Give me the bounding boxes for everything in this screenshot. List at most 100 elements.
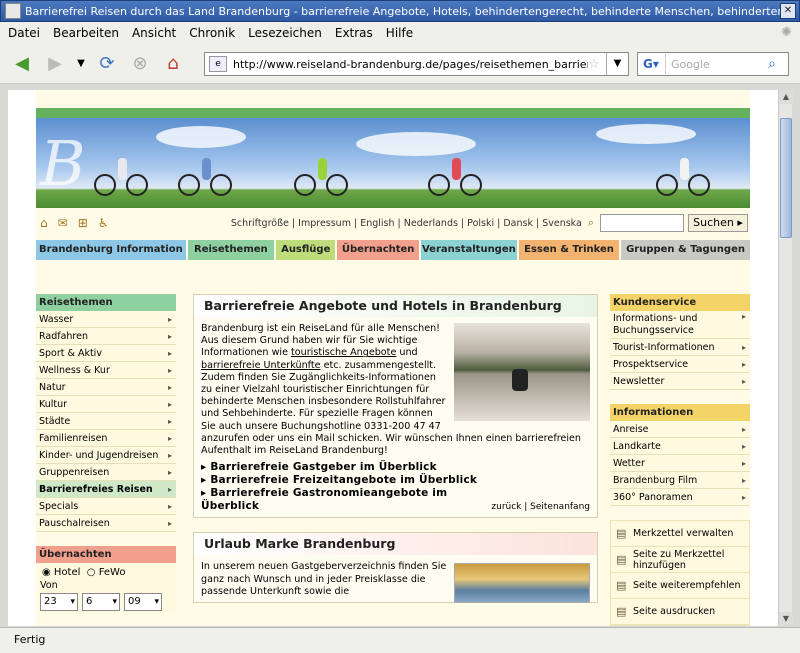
bullet-gastgeber[interactable]: ▸ Barrierefreie Gastgeber im Überblick	[201, 461, 590, 474]
tab-brandenburg-information[interactable]: Brandenburg Information	[36, 240, 186, 260]
year-select[interactable]: 09	[124, 593, 162, 611]
kundenservice-list: Informations- und BuchungsserviceTourist…	[610, 311, 750, 390]
menu-item-prospektservice[interactable]: Prospektservice	[610, 356, 750, 373]
kundenservice-head: Kundenservice	[610, 294, 750, 311]
home-button[interactable]: ⌂	[159, 50, 187, 78]
menu-item-sport-aktiv[interactable]: Sport & Aktiv	[36, 345, 176, 362]
tab-veranstaltungen[interactable]: Veranstaltungen	[420, 240, 517, 260]
header-strip	[36, 108, 750, 118]
reload-button[interactable]: ⟳	[93, 50, 121, 78]
window-titlebar: Barrierefrei Reisen durch das Land Brand…	[0, 0, 800, 22]
menu-item-natur[interactable]: Natur	[36, 379, 176, 396]
back-top-links[interactable]: zurück | Seitenanfang	[201, 501, 590, 513]
menu-item-radfahren[interactable]: Radfahren	[36, 328, 176, 345]
tab-übernachten[interactable]: Übernachten	[337, 240, 419, 260]
menu-item-360-panoramen[interactable]: 360° Panoramen	[610, 489, 750, 506]
urlaub-text: In unserem neuen Gastgeberverzeichnis fi…	[201, 561, 447, 597]
window-title: Barrierefrei Reisen durch das Land Brand…	[25, 4, 780, 18]
left-column: Reisethemen WasserRadfahrenSport & Aktiv…	[36, 294, 176, 613]
tab-ausflüge[interactable]: Ausflüge	[275, 240, 336, 260]
fewo-radio[interactable]: ○	[87, 567, 96, 578]
reisethemen-list: WasserRadfahrenSport & AktivWellness & K…	[36, 311, 176, 532]
menu-bearbeiten[interactable]: Bearbeiten	[53, 26, 119, 40]
menu-item-gruppenreisen[interactable]: Gruppenreisen	[36, 464, 176, 481]
search-icon[interactable]: ⌕	[768, 56, 788, 72]
tab-reisethemen[interactable]: Reisethemen	[187, 240, 274, 260]
sitemap-icon[interactable]: ⊞	[78, 216, 88, 230]
back-button[interactable]: ◀	[8, 50, 36, 78]
page: B ⌂ ✉ ⊞ ♿ Schriftgröße | Impressum | Eng…	[36, 90, 750, 626]
menu-item-kultur[interactable]: Kultur	[36, 396, 176, 413]
site-identity-icon[interactable]: e	[209, 56, 227, 72]
web-search-bar[interactable]: G▾ Google ⌕	[637, 52, 789, 76]
tool-merkzettel-verwalten[interactable]: Merkzettel verwalten	[611, 521, 749, 547]
menu-item-kinder-und-jugendreisen[interactable]: Kinder- und Jugendreisen	[36, 447, 176, 464]
hotel-label: Hotel	[53, 567, 81, 578]
scrollbar-thumb[interactable]	[780, 118, 792, 238]
menu-item-barrierefreies-reisen[interactable]: Barrierefreies Reisen	[36, 481, 176, 498]
suchen-button[interactable]: Suchen ▸	[688, 214, 748, 232]
accommodation-type: ◉ Hotel ○ FeWo	[36, 563, 176, 578]
month-select[interactable]: 6	[82, 593, 120, 611]
main-card-title: Barrierefreie Angebote und Hotels in Bra…	[194, 295, 597, 317]
hotel-radio[interactable]: ◉	[42, 567, 51, 578]
search-engine-icon[interactable]: G▾	[640, 54, 666, 74]
mail-icon[interactable]: ✉	[58, 216, 68, 230]
stop-button[interactable]: ⊗	[126, 50, 154, 78]
menu-item-wellness-kur[interactable]: Wellness & Kur	[36, 362, 176, 379]
day-select[interactable]: 23	[40, 593, 78, 611]
menu-item-wetter[interactable]: Wetter	[610, 455, 750, 472]
menu-hilfe[interactable]: Hilfe	[386, 26, 413, 40]
scroll-down-icon[interactable]: ▼	[779, 612, 793, 626]
menu-item-brandenburg-film[interactable]: Brandenburg Film	[610, 472, 750, 489]
forward-button[interactable]: ▶	[41, 50, 69, 78]
touristische-angebote-link[interactable]: touristische Angebote	[291, 347, 396, 358]
tool-seite-weiterempfehlen[interactable]: Seite weiterempfehlen	[611, 573, 749, 599]
navigation-toolbar: ◀ ▶ ▼ ⟳ ⊗ ⌂ e http://www.reiseland-brand…	[0, 44, 800, 84]
menu-item-wasser[interactable]: Wasser	[36, 311, 176, 328]
menu-extras[interactable]: Extras	[335, 26, 373, 40]
home-icon[interactable]: ⌂	[40, 216, 48, 230]
url-bar[interactable]: e http://www.reiseland-brandenburg.de/pa…	[204, 52, 629, 76]
main-card: Barrierefreie Angebote und Hotels in Bra…	[193, 294, 598, 519]
menu-item-landkarte[interactable]: Landkarte	[610, 438, 750, 455]
suchen-label: Suchen	[693, 216, 734, 229]
url-text[interactable]: http://www.reiseland-brandenburg.de/page…	[233, 58, 588, 71]
bullet-freizeit[interactable]: ▸ Barrierefreie Freizeitangebote im Über…	[201, 474, 590, 487]
menu-item-newsletter[interactable]: Newsletter	[610, 373, 750, 390]
tab-essen-trinken[interactable]: Essen & Trinken	[518, 240, 620, 260]
informationen-list: AnreiseLandkarteWetterBrandenburg Film36…	[610, 421, 750, 506]
url-dropdown-icon[interactable]: ▼	[606, 53, 628, 75]
site-search-input[interactable]	[600, 214, 684, 232]
language-links[interactable]: Schriftgröße | Impressum | English | Ned…	[231, 218, 582, 229]
vertical-scrollbar[interactable]: ▲ ▼	[778, 90, 793, 626]
reisethemen-head: Reisethemen	[36, 294, 176, 311]
bullet-gastgeber-label: Barrierefreie Gastgeber im Überblick	[210, 461, 437, 474]
tool-seite-ausdrucken[interactable]: Seite ausdrucken	[611, 599, 749, 625]
menu-item-anreise[interactable]: Anreise	[610, 421, 750, 438]
menu-item-specials[interactable]: Specials	[36, 498, 176, 515]
menu-item-familienreisen[interactable]: Familienreisen	[36, 430, 176, 447]
von-label: Von	[40, 580, 58, 591]
menu-item-tourist-informationen[interactable]: Tourist-Informationen	[610, 339, 750, 356]
bullet-freizeit-label: Barrierefreie Freizeitangebote im Überbl…	[210, 474, 478, 487]
barrierefreie-unterkuenfte-link[interactable]: barrierefreie Unterkünfte	[201, 360, 321, 371]
bookmark-star-icon[interactable]: ☆	[588, 57, 606, 72]
history-dropdown-icon[interactable]: ▼	[74, 50, 88, 78]
accessibility-icon[interactable]: ♿	[98, 216, 109, 230]
menu-datei[interactable]: Datei	[8, 26, 40, 40]
brandenburg-logo[interactable]: B	[36, 124, 96, 204]
menu-ansicht[interactable]: Ansicht	[132, 26, 176, 40]
scroll-up-icon[interactable]: ▲	[779, 90, 793, 104]
menu-item-informations-und-buchungsservice[interactable]: Informations- und Buchungsservice	[610, 311, 750, 339]
wheelchair-lake-photo	[454, 323, 590, 421]
tool-seite-zu-merkzettel-hinzufügen[interactable]: Seite zu Merkzettel hinzufügen	[611, 547, 749, 573]
menu-item-städte[interactable]: Städte	[36, 413, 176, 430]
menu-item-pauschalreisen[interactable]: Pauschalreisen	[36, 515, 176, 532]
page-tools: Merkzettel verwaltenSeite zu Merkzettel …	[610, 520, 750, 626]
tab-gruppen-tagungen[interactable]: Gruppen & Tagungen	[621, 240, 750, 260]
close-window-button[interactable]: ✕	[780, 3, 796, 19]
search-input[interactable]: Google	[666, 58, 768, 71]
menu-chronik[interactable]: Chronik	[189, 26, 235, 40]
menu-lesezeichen[interactable]: Lesezeichen	[248, 26, 322, 40]
